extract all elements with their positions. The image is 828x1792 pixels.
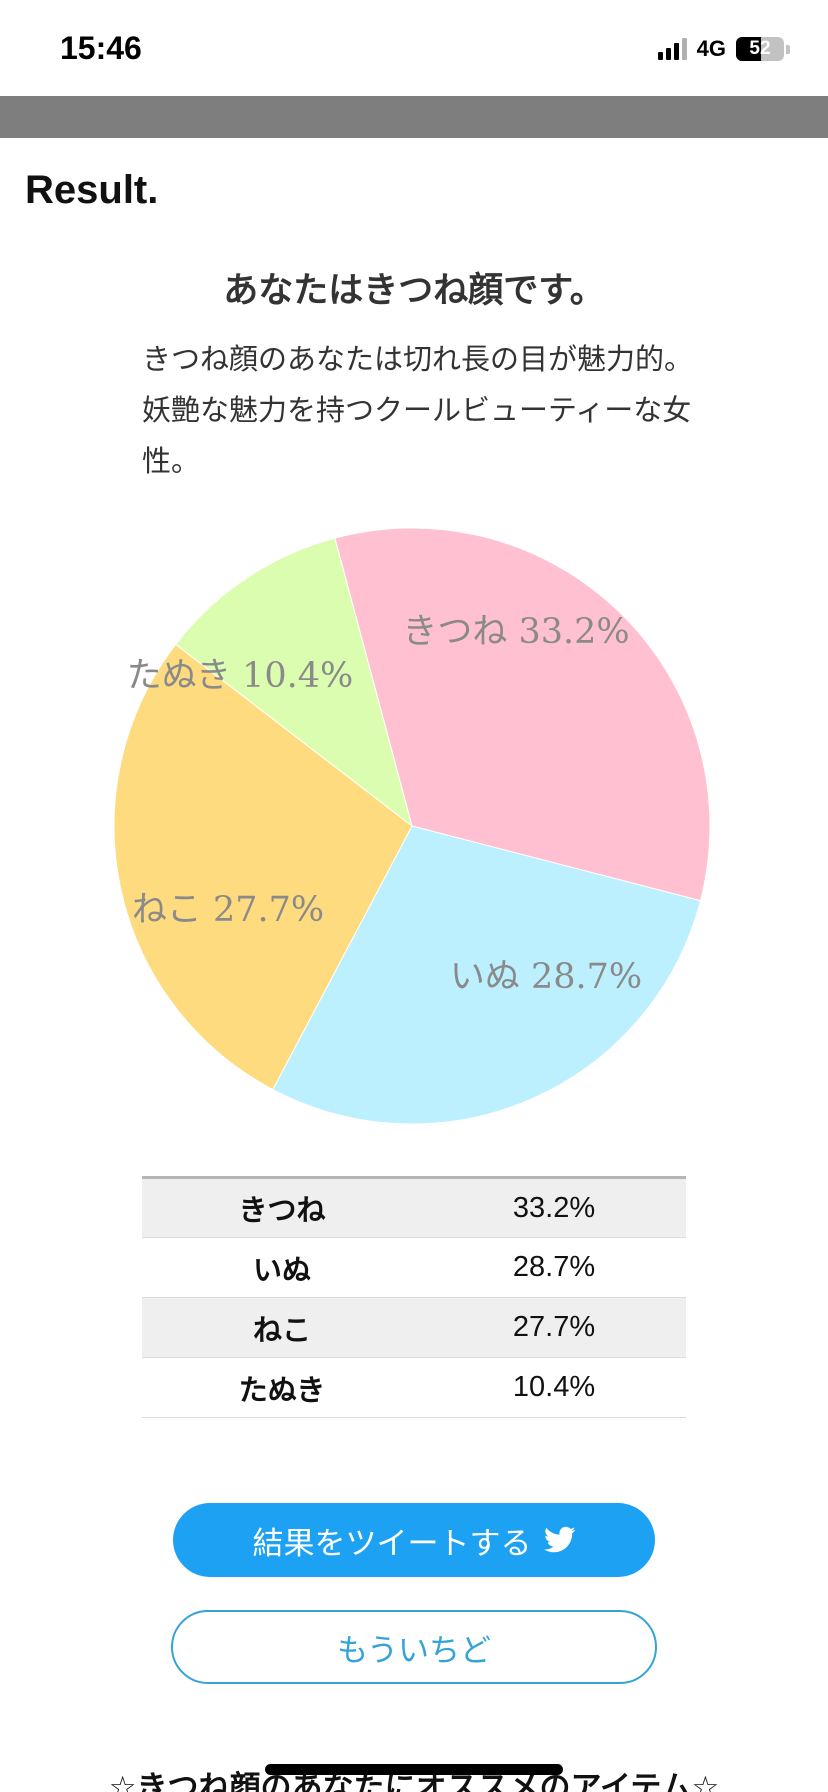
tweet-button[interactable]: 結果をツイートする (173, 1503, 655, 1577)
table-row: きつね 33.2% (142, 1177, 686, 1238)
pie-slice-label: いぬ 28.7% (450, 957, 642, 997)
status-indicators: 4G 52 (657, 36, 790, 62)
table-row: ねこ 27.7% (142, 1297, 686, 1358)
pie-slice-label: たぬき 10.4% (127, 656, 354, 696)
pie-slice-label: きつね 33.2% (402, 612, 629, 652)
row-percent: 28.7% (422, 1237, 686, 1298)
twitter-bird-icon (543, 1526, 575, 1553)
result-description: きつね顔のあなたは切れ長の目が魅力的。妖艶な魅力を持つクールビューティーな女性。 (142, 342, 694, 478)
signal-icon (657, 38, 687, 60)
section-heading: Result. (25, 168, 159, 212)
pie-slice-label: ねこ 27.7% (132, 890, 324, 930)
row-name: いぬ (142, 1237, 422, 1298)
tweet-button-label: 結果をツイートする (252, 1525, 532, 1562)
status-time: 15:46 (60, 30, 142, 66)
row-name: たぬき (142, 1357, 422, 1418)
home-indicator (265, 1764, 563, 1775)
network-label: 4G (696, 36, 726, 61)
row-percent: 10.4% (422, 1357, 686, 1418)
result-title: あなたはきつね顔です。 (223, 271, 605, 311)
status-bar: 15:46 4G 52 (0, 0, 828, 96)
battery-icon: 52 (736, 37, 784, 61)
result-table: きつね 33.2% いぬ 28.7% ねこ 27.7% たぬき 10.4% (142, 1176, 686, 1418)
header-bar (0, 96, 828, 138)
row-percent: 27.7% (422, 1297, 686, 1358)
table-row: たぬき 10.4% (142, 1357, 686, 1418)
row-name: ねこ (142, 1297, 422, 1358)
pie-chart: きつね 33.2% いぬ 28.7% ねこ 27.7% たぬき 10.4% (0, 500, 828, 1150)
row-percent: 33.2% (422, 1177, 686, 1238)
table-row: いぬ 28.7% (142, 1237, 686, 1298)
row-name: きつね (142, 1177, 422, 1238)
battery-tip (786, 44, 790, 54)
pie-chart-svg: きつね 33.2% いぬ 28.7% ねこ 27.7% たぬき 10.4% (113, 527, 711, 1125)
battery-level: 52 (749, 38, 771, 59)
retry-button[interactable]: もういちど (171, 1610, 657, 1684)
